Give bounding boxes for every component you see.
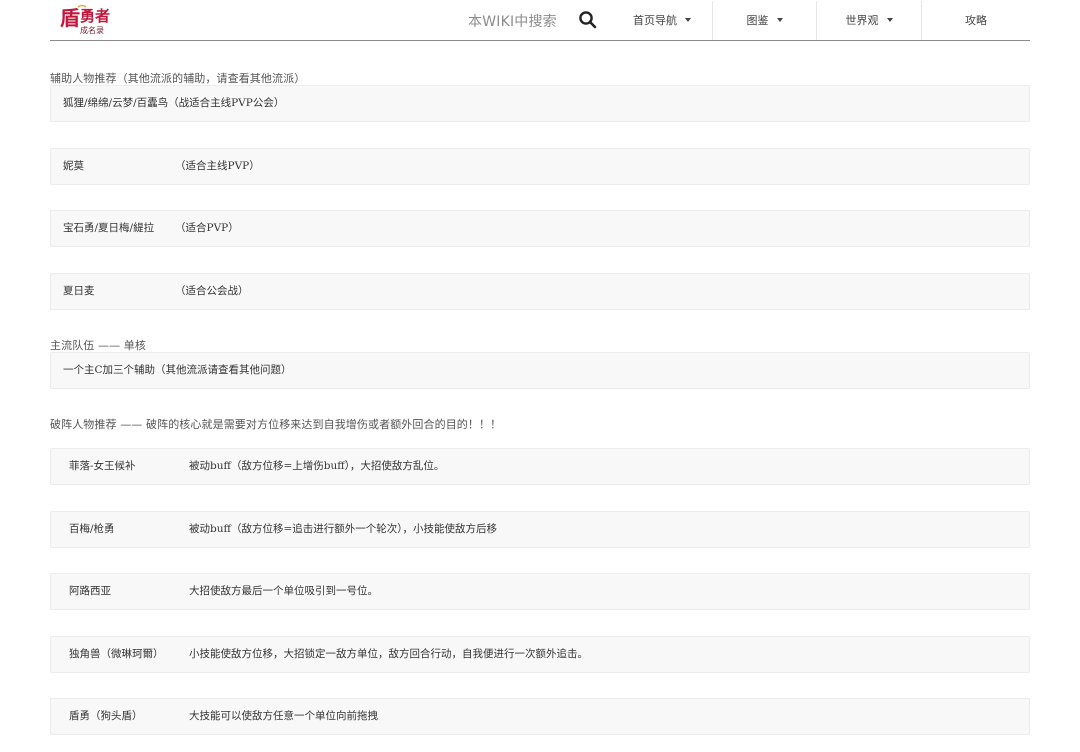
character-skill: 小技能使敌方位移，大招锁定一敌方单位，敌方回合行动，自我便进行一次额外追击。	[189, 648, 588, 660]
list-item: 独角兽（微琳珂爾） 小技能使敌方位移，大招锁定一敌方单位，敌方回合行动，自我便进…	[50, 636, 1030, 673]
character-skill: 被动buff（敌方位移=追击进行额外一个轮次），小技能使敌方后移	[189, 523, 497, 535]
list-item: 妮莫 （适合主线PVP）	[50, 148, 1030, 185]
character-name: 夏日麦	[63, 285, 95, 297]
list-item: 夏日麦 （适合公会战）	[50, 273, 1030, 310]
character-name: 百梅/枪勇	[69, 523, 115, 535]
search-label[interactable]: 本WIKI中搜索	[468, 11, 557, 31]
section-title-support: 辅助人物推荐（其他流派的辅助，请查看其他流派）	[50, 72, 306, 85]
site-logo[interactable]: 盾 勇者 成名录	[58, 3, 116, 37]
list-item: 宝石勇/夏日梅/緹拉 （适合PVP）	[50, 210, 1030, 247]
character-skill: 大招使敌方最后一个单位吸引到一号位。	[189, 585, 378, 597]
character-name: 盾勇（狗头盾）	[69, 710, 143, 722]
nav-atlas-label: 图鉴	[746, 14, 769, 27]
chevron-down-icon	[776, 18, 783, 22]
chevron-down-icon	[886, 18, 893, 22]
svg-text:成名录: 成名录	[80, 25, 104, 35]
list-item: 狐狸/绵绵/云梦/百蠹鸟（战适合主线PVP公会）	[50, 85, 1030, 122]
top-nav: 盾 勇者 成名录 本WIKI中搜索 首页导航 图鉴 世界观 攻略	[50, 0, 1030, 41]
character-name: 独角兽（微琳珂爾）	[69, 648, 164, 660]
team-composition: 一个主C加三个辅助（其他流派请查看其他问题）	[63, 364, 292, 376]
list-item: 菲落-女王候补 被动buff（敌方位移=上增伤buff），大招使敌方乱位。	[50, 448, 1030, 485]
nav-world-label: 世界观	[845, 14, 879, 27]
character-note: （适合主线PVP）	[175, 160, 260, 172]
character-name: 菲落-女王候补	[69, 460, 136, 472]
nav-guide-link[interactable]: 攻略	[922, 0, 1030, 40]
nav-guide-label: 攻略	[965, 14, 987, 27]
list-item: 阿路西亚 大招使敌方最后一个单位吸引到一号位。	[50, 573, 1030, 610]
character-name: 宝石勇/夏日梅/緹拉	[63, 222, 155, 234]
search-icon[interactable]	[577, 9, 599, 31]
nav-atlas-dropdown[interactable]: 图鉴	[713, 0, 816, 40]
nav-home-dropdown[interactable]: 首页导航	[612, 0, 712, 40]
list-item: 盾勇（狗头盾） 大技能可以使敌方任意一个单位向前拖拽	[50, 698, 1030, 735]
svg-text:盾: 盾	[60, 6, 80, 30]
list-item: 百梅/枪勇 被动buff（敌方位移=追击进行额外一个轮次），小技能使敌方后移	[50, 511, 1030, 548]
section-title-mainstream: 主流队伍 —— 单核	[50, 339, 146, 352]
character-skill: 被动buff（敌方位移=上增伤buff），大招使敌方乱位。	[189, 460, 445, 472]
character-name: 阿路西亚	[69, 585, 111, 597]
character-name: 妮莫	[63, 160, 84, 172]
section-title-breaker: 破阵人物推荐 —— 破阵的核心就是需要对方位移来达到自我增伤或者额外回合的目的！…	[50, 418, 502, 431]
character-note: （适合PVP）	[175, 222, 239, 234]
list-item: 一个主C加三个辅助（其他流派请查看其他问题）	[50, 352, 1030, 389]
character-note: （适合公会战）	[175, 285, 249, 297]
nav-world-dropdown[interactable]: 世界观	[817, 0, 921, 40]
character-skill: 大技能可以使敌方任意一个单位向前拖拽	[189, 710, 378, 722]
svg-text:勇者: 勇者	[80, 7, 110, 25]
chevron-down-icon	[685, 18, 691, 22]
character-name: 狐狸/绵绵/云梦/百蠹鸟（战适合主线PVP公会）	[63, 97, 285, 109]
nav-home-label: 首页导航	[633, 14, 677, 27]
